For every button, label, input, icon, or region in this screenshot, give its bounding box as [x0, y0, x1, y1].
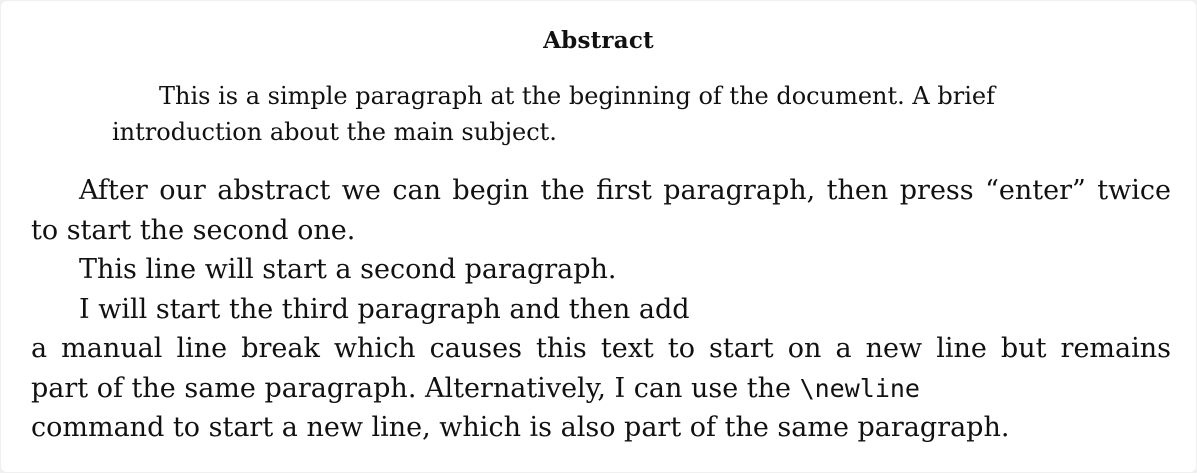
abstract-line: This is a simple paragraph at the beginn… [159, 82, 995, 110]
body-text: After our abstract we can begin the firs… [31, 171, 1171, 448]
abstract-title: Abstract [543, 27, 654, 54]
paragraph-1-line: After our abstract we can begin the firs… [79, 175, 1171, 206]
paragraph-3-line: a manual line break which causes this te… [31, 333, 1171, 364]
paragraph-3-line: I will start the third paragraph and the… [79, 293, 690, 325]
abstract-line: introduction about the main subject. [112, 118, 557, 146]
document-page: Abstract This is a simple paragraph at t… [1, 1, 1196, 472]
abstract-paragraph: This is a simple paragraph at the beginn… [112, 78, 1087, 150]
paragraph-1-line: to start the second one. [31, 214, 356, 246]
paragraph-2-line: This line will start a second paragraph. [79, 254, 617, 285]
paragraph-3-line: command to start a new line, which is al… [31, 412, 1010, 443]
paragraph-3-text: part of the same paragraph. Alternativel… [31, 372, 800, 404]
paragraph-3-line: part of the same paragraph. Alternativel… [31, 369, 1171, 409]
newline-command-code: \newline [799, 373, 920, 403]
